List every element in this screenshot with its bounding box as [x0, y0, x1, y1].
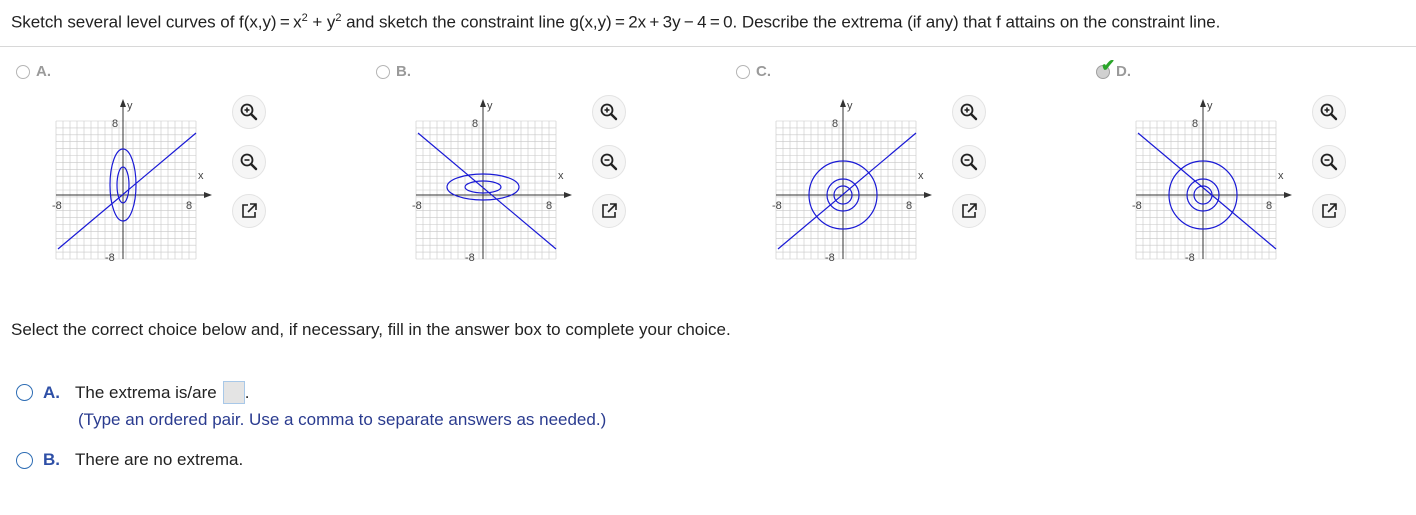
x-axis-label: x	[1278, 170, 1284, 182]
answer-input-box[interactable]	[222, 381, 245, 404]
x-axis-arrow	[924, 192, 932, 198]
zoom-in-icon	[960, 103, 978, 121]
graph-option-3[interactable]: ✔ D.	[1096, 57, 1131, 80]
y-tick-label: 8	[112, 118, 118, 130]
divider	[0, 46, 1416, 47]
y-tick-label: -8	[1185, 252, 1195, 264]
choice-graph: y x 8 -8 8 -8	[1132, 99, 1292, 264]
zoom-in-button[interactable]	[952, 95, 986, 129]
question-text: Sketch several level curves of f(x,y) = …	[11, 12, 1411, 33]
popout-button[interactable]	[592, 194, 626, 228]
zoom-in-icon	[600, 103, 618, 121]
external-link-icon	[962, 203, 977, 218]
y-axis-label: y	[127, 100, 133, 112]
answer-b-radio[interactable]	[16, 451, 33, 469]
popout-button[interactable]	[1312, 194, 1346, 228]
answer-a-text: The extrema is/are	[75, 382, 217, 402]
choice-graph: y x 8 -8 8 -8	[52, 99, 212, 264]
choice-graph: y x 8 -8 8 -8	[772, 99, 932, 264]
answer-a-letter: A.	[43, 382, 60, 402]
y-tick-label: 8	[1192, 118, 1198, 130]
x-tick-label: 8	[906, 200, 912, 212]
grid	[55, 120, 197, 260]
x-tick-label: -8	[1132, 200, 1142, 212]
zoom-in-icon	[1320, 103, 1338, 121]
graph-option-letter: A.	[36, 63, 51, 80]
zoom-in-button[interactable]	[592, 95, 626, 129]
instruction-text: Select the correct choice below and, if …	[11, 320, 731, 339]
zoom-out-button[interactable]	[1312, 145, 1346, 179]
graph-option-0[interactable]: A.	[16, 63, 51, 80]
graph-option-letter: C.	[756, 63, 771, 80]
choice-graph: y x 8 -8 8 -8	[412, 99, 572, 264]
x-axis-label: x	[558, 170, 564, 182]
popout-button[interactable]	[232, 194, 266, 228]
graph-option-radio[interactable]	[376, 64, 390, 79]
question-prefix: Sketch several level curves of f(x,y) = …	[11, 12, 302, 32]
graph-option-letter: D.	[1116, 63, 1131, 80]
x-tick-label: -8	[52, 200, 62, 212]
y-axis-label: y	[1207, 100, 1213, 112]
graph-option-letter: B.	[396, 63, 411, 80]
x-axis-arrow	[204, 192, 212, 198]
zoom-out-button[interactable]	[952, 145, 986, 179]
graph-option-radio[interactable]	[16, 64, 30, 79]
external-link-icon	[242, 203, 257, 218]
graph-option-radio[interactable]	[736, 64, 750, 79]
zoom-in-icon	[240, 103, 258, 121]
x-axis-label: x	[918, 170, 924, 182]
y-tick-label: 8	[832, 118, 838, 130]
y-axis-arrow	[1200, 99, 1206, 107]
y-axis-label: y	[847, 100, 853, 112]
y-tick-label: -8	[105, 252, 115, 264]
zoom-out-button[interactable]	[592, 145, 626, 179]
zoom-in-button[interactable]	[232, 95, 266, 129]
answer-option-b[interactable]: B. There are no extrema.	[16, 450, 243, 470]
answer-a-period: .	[244, 382, 250, 402]
x-tick-label: 8	[1266, 200, 1272, 212]
x-axis-arrow	[1284, 192, 1292, 198]
zoom-out-icon	[600, 153, 618, 171]
zoom-out-icon	[1320, 153, 1338, 171]
x-tick-label: 8	[186, 200, 192, 212]
y-axis-arrow	[480, 99, 486, 107]
x-axis-label: x	[198, 170, 204, 182]
y-axis-arrow	[840, 99, 846, 107]
y-tick-label: -8	[825, 252, 835, 264]
zoom-out-icon	[240, 153, 258, 171]
zoom-out-icon	[960, 153, 978, 171]
zoom-in-button[interactable]	[1312, 95, 1346, 129]
y-axis-arrow	[120, 99, 126, 107]
graph-option-1[interactable]: B.	[376, 63, 411, 80]
x-tick-label: -8	[412, 200, 422, 212]
x-tick-label: -8	[772, 200, 782, 212]
popout-button[interactable]	[952, 194, 986, 228]
external-link-icon	[1322, 203, 1337, 218]
y-axis-label: y	[487, 100, 493, 112]
check-icon: ✔	[1101, 55, 1116, 75]
x-tick-label: 8	[546, 200, 552, 212]
x-axis-arrow	[564, 192, 572, 198]
external-link-icon	[602, 203, 617, 218]
answer-a-hint: (Type an ordered pair. Use a comma to se…	[78, 410, 607, 429]
y-tick-label: 8	[472, 118, 478, 130]
answer-b-text: There are no extrema.	[75, 450, 244, 469]
zoom-out-button[interactable]	[232, 145, 266, 179]
y-tick-label: -8	[465, 252, 475, 264]
answer-b-letter: B.	[43, 450, 60, 469]
answer-a-radio[interactable]	[16, 384, 33, 401]
graph-option-radio[interactable]: ✔	[1096, 57, 1115, 79]
graph-option-2[interactable]: C.	[736, 63, 771, 80]
question-mid: + y	[307, 12, 336, 32]
answer-option-a[interactable]: A. The extrema is/are .	[16, 381, 249, 404]
grid	[775, 120, 917, 260]
question-suffix: and sketch the constraint line g(x,y) = …	[341, 12, 1221, 32]
